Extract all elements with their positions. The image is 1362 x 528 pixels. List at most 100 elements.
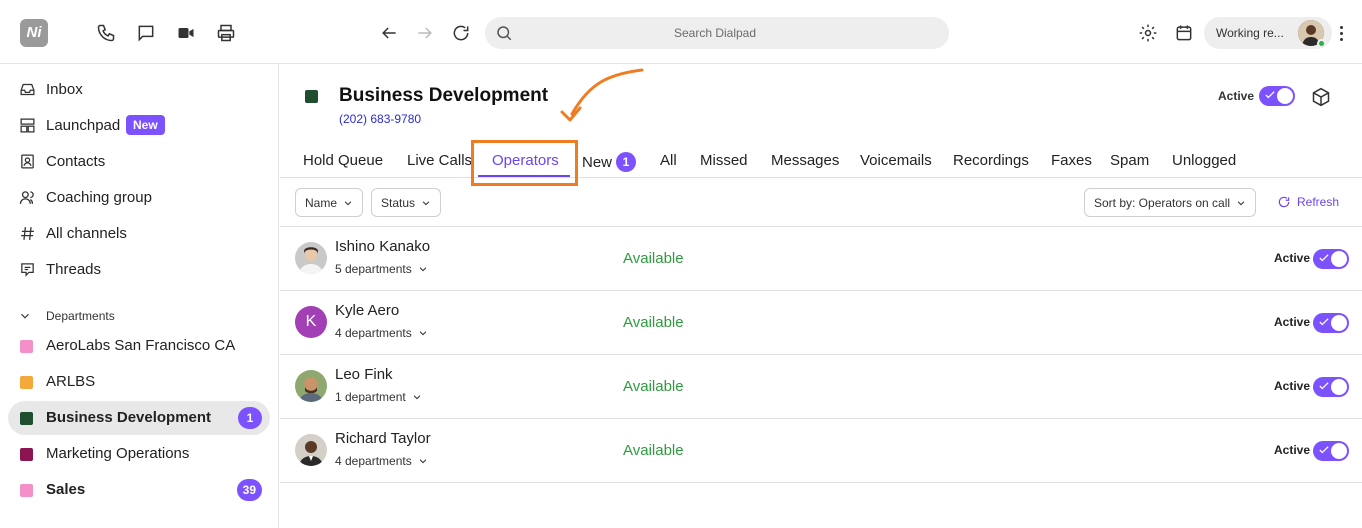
cube-icon[interactable] <box>1311 87 1331 107</box>
tab-live-calls[interactable]: Live Calls <box>407 152 472 169</box>
online-status-dot <box>1317 39 1326 48</box>
more-options-icon[interactable] <box>1334 22 1348 44</box>
operator-active-toggle[interactable] <box>1313 377 1349 397</box>
user-status-pill[interactable]: Working re... <box>1204 17 1332 49</box>
department-label: AeroLabs San Francisco CA <box>46 337 236 354</box>
printer-icon[interactable] <box>215 22 237 44</box>
tab-faxes[interactable]: Faxes <box>1051 152 1092 169</box>
operator-name: Ishino Kanako <box>335 238 431 255</box>
chevron-down-icon <box>344 200 352 205</box>
calendar-icon[interactable] <box>1173 22 1195 44</box>
department-color-swatch <box>20 376 33 389</box>
operator-row: K Kyle Aero 4 departments Available Acti… <box>280 291 1362 355</box>
message-icon[interactable] <box>135 22 157 44</box>
department-active-toggle[interactable] <box>1259 86 1295 106</box>
operator-departments-dropdown[interactable]: 4 departments <box>335 326 428 340</box>
sidebar-item-label: Contacts <box>46 152 106 170</box>
tab-hold-queue[interactable]: Hold Queue <box>303 152 383 169</box>
refresh-label: Refresh <box>1297 195 1340 209</box>
contacts-icon <box>18 152 36 170</box>
refresh-icon <box>1278 196 1290 208</box>
page-title: Business Development <box>339 85 549 106</box>
dialpad-logo[interactable]: Ni <box>20 19 48 47</box>
operator-name: Kyle Aero <box>335 302 400 319</box>
department-color-swatch <box>20 340 33 353</box>
name-filter-dropdown[interactable]: Name <box>295 188 364 217</box>
operator-active-label: Active <box>1274 315 1311 329</box>
sidebar-item-label: Threads <box>46 260 102 278</box>
tab-new[interactable]: New 1 <box>582 152 637 172</box>
operator-active-toggle[interactable] <box>1313 441 1349 461</box>
department-label: ARLBS <box>46 373 96 390</box>
department-item[interactable]: ARLBS <box>8 365 270 399</box>
operator-name: Leo Fink <box>335 366 393 383</box>
department-item[interactable]: Marketing Operations <box>8 437 270 471</box>
department-phone-number[interactable]: (202) 683-9780 <box>339 112 421 126</box>
departments-label: Departments <box>46 309 115 323</box>
filter-bar: Name Status Sort by: Operators on call R… <box>280 179 1362 227</box>
sidebar-item-threads[interactable]: Threads <box>0 251 279 287</box>
sidebar-item-coaching-group[interactable]: Coaching group <box>0 179 279 215</box>
main-panel: Business Development (202) 683-9780 Acti… <box>280 64 1362 528</box>
tab-label: New <box>582 154 613 171</box>
departments-section-header[interactable]: Departments <box>18 306 115 326</box>
chevron-down-icon <box>419 267 427 272</box>
new-count-badge: 1 <box>616 152 637 172</box>
search-input[interactable] <box>525 17 905 49</box>
sidebar-item-contacts[interactable]: Contacts <box>0 143 279 179</box>
operator-departments-dropdown[interactable]: 4 departments <box>335 454 428 468</box>
operator-status: Available <box>623 250 684 267</box>
operator-row: Leo Fink 1 department Available Active <box>280 355 1362 419</box>
inbox-icon <box>18 80 36 98</box>
annotation-arrow <box>560 68 644 122</box>
video-icon[interactable] <box>175 22 197 44</box>
search-icon <box>497 26 512 41</box>
operator-departments-dropdown[interactable]: 1 department <box>335 390 422 404</box>
check-icon <box>1319 254 1329 262</box>
operator-active-toggle[interactable] <box>1313 313 1349 333</box>
sidebar-item-label: All channels <box>46 224 127 242</box>
tab-missed[interactable]: Missed <box>700 152 748 169</box>
department-color-swatch <box>20 484 33 497</box>
chevron-down-icon <box>422 200 430 205</box>
settings-gear-icon[interactable] <box>1137 22 1159 44</box>
departments-count: 1 department <box>335 390 406 404</box>
operator-avatar <box>295 242 327 274</box>
department-active-label: Active <box>1218 89 1255 103</box>
reload-icon[interactable] <box>450 22 472 44</box>
department-item[interactable]: Sales 39 <box>8 473 270 507</box>
back-arrow-icon[interactable] <box>378 22 400 44</box>
department-color-swatch <box>20 412 33 425</box>
tab-recordings[interactable]: Recordings <box>953 152 1029 169</box>
chevron-down-icon <box>21 313 29 319</box>
department-item-selected[interactable]: Business Development 1 <box>8 401 270 435</box>
phone-icon[interactable] <box>95 22 117 44</box>
tab-messages[interactable]: Messages <box>771 152 839 169</box>
operator-active-label: Active <box>1274 443 1311 457</box>
refresh-button[interactable]: Refresh <box>1277 195 1339 209</box>
tab-unlogged[interactable]: Unlogged <box>1172 152 1236 169</box>
filter-label: Status <box>381 195 416 210</box>
tab-voicemails[interactable]: Voicemails <box>860 152 932 169</box>
operator-active-toggle[interactable] <box>1313 249 1349 269</box>
search-bar[interactable] <box>485 17 949 49</box>
sidebar-item-all-channels[interactable]: All channels <box>0 215 279 251</box>
department-color-swatch <box>20 448 33 461</box>
department-color-swatch <box>305 90 318 103</box>
status-filter-dropdown[interactable]: Status <box>371 188 442 217</box>
hash-icon <box>18 224 36 242</box>
status-text: Working re... <box>1216 26 1284 40</box>
check-icon <box>1319 318 1329 326</box>
check-icon <box>1319 446 1329 454</box>
sort-dropdown[interactable]: Sort by: Operators on call <box>1084 188 1257 217</box>
tab-spam[interactable]: Spam <box>1110 152 1149 169</box>
department-label: Marketing Operations <box>46 445 190 462</box>
operator-row: Richard Taylor 4 departments Available A… <box>280 419 1362 483</box>
sidebar-item-inbox[interactable]: Inbox <box>0 71 279 107</box>
forward-arrow-icon[interactable] <box>414 22 436 44</box>
department-item[interactable]: AeroLabs San Francisco CA <box>8 329 270 363</box>
operator-departments-dropdown[interactable]: 5 departments <box>335 262 428 276</box>
tab-all[interactable]: All <box>660 152 677 169</box>
operator-status: Available <box>623 378 684 395</box>
filter-label: Name <box>305 195 338 210</box>
